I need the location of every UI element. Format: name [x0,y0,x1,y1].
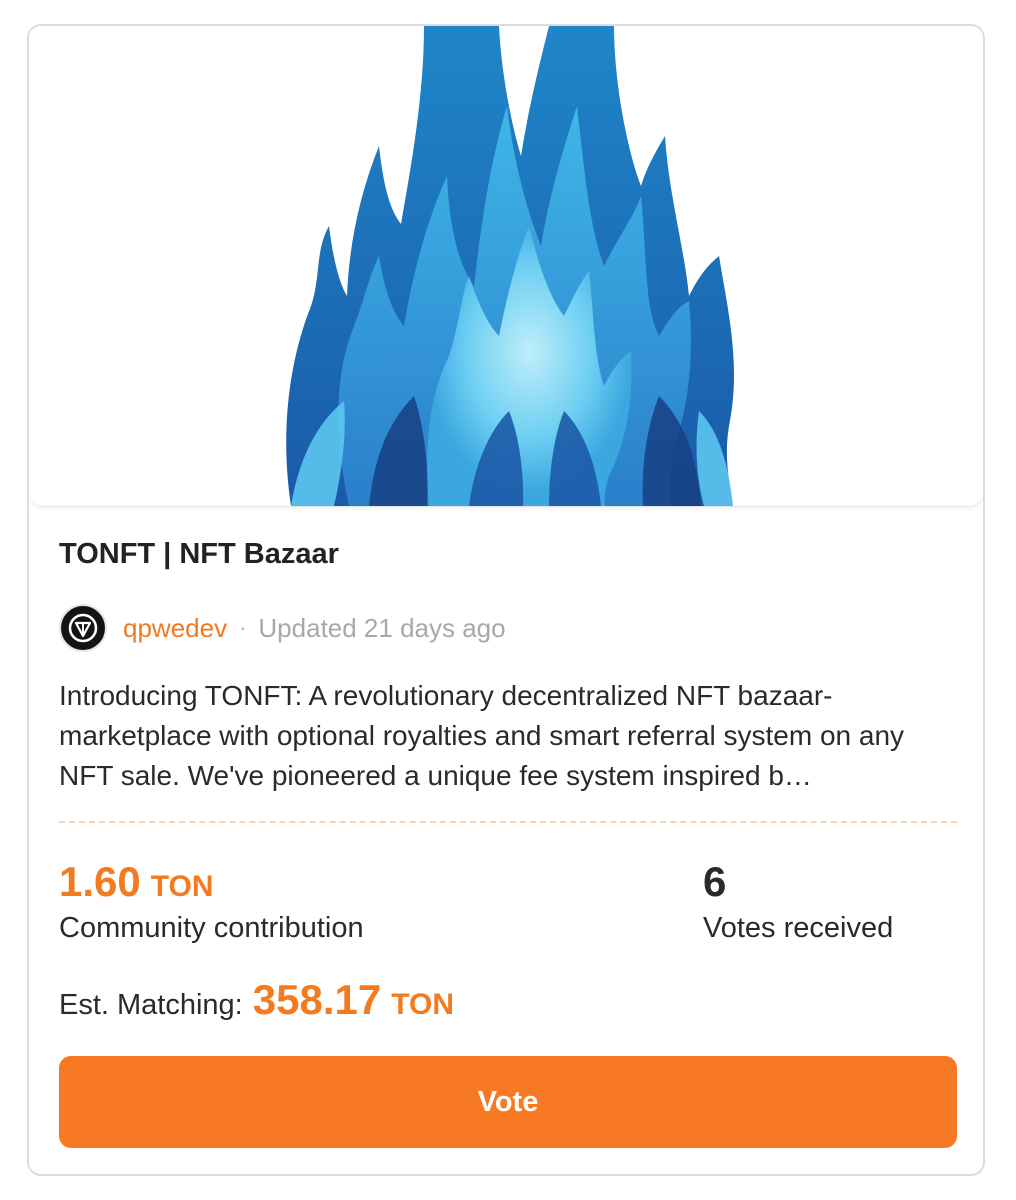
contribution-value: 1.60 [59,858,141,905]
meta-separator: · [239,615,247,640]
contribution-label: Community contribution [59,912,364,944]
updated-timestamp: Updated 21 days ago [258,612,506,643]
project-card: TONFT | NFT Bazaar qpwedev · Updated 21 … [27,24,985,1176]
community-contribution-stat: 1.60 TON Community contribution [59,858,364,945]
dashed-divider [59,821,957,823]
matching-value: 358.17 [252,976,382,1023]
vote-button[interactable]: Vote [59,1056,957,1148]
contribution-unit: TON [150,870,214,903]
project-meta: qpwedev · Updated 21 days ago [59,603,506,653]
matching-label: Est. Matching: [59,989,243,1021]
author-link[interactable]: qpwedev [123,613,227,644]
votes-label: Votes received [703,912,894,944]
votes-received-stat: 6 Votes received [703,858,893,945]
author-avatar[interactable] [59,604,107,652]
votes-value: 6 [703,858,727,905]
blue-flame-mask-icon [286,26,735,506]
project-cover-image[interactable] [29,26,983,507]
matching-unit: TON [391,988,455,1021]
estimated-matching: Est. Matching: 358.17 TON [59,976,454,1024]
tonft-logo-icon [68,613,98,643]
project-title[interactable]: TONFT | NFT Bazaar [59,538,339,571]
project-description: Introducing TONFT: A revolutionary decen… [59,680,905,791]
